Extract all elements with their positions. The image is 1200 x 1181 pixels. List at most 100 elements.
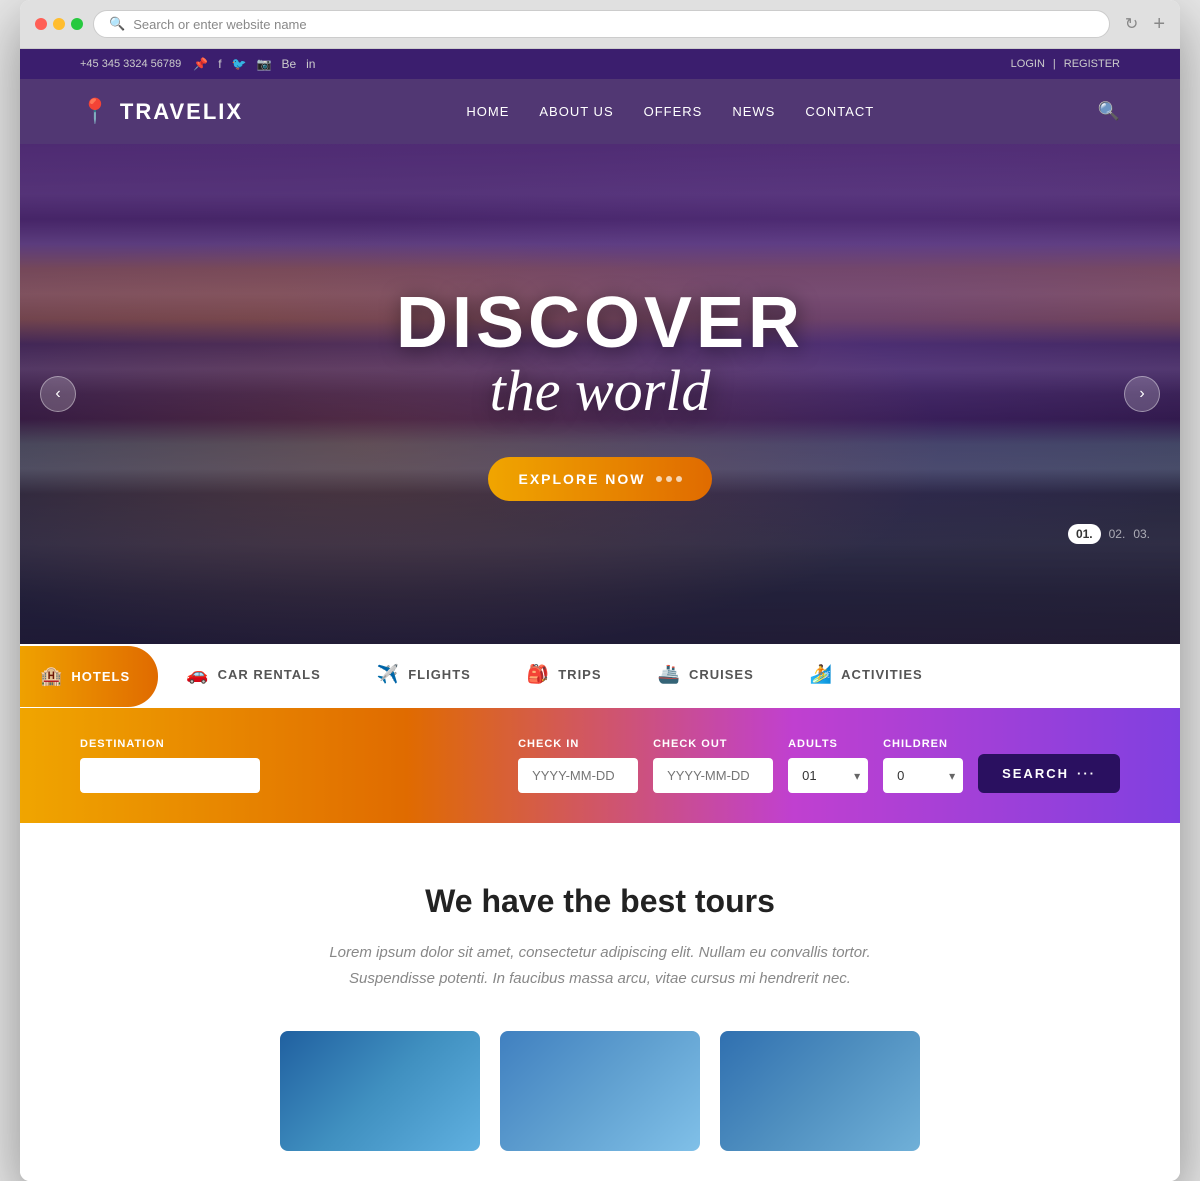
checkout-field: CHECK OUT xyxy=(653,738,773,793)
destination-input[interactable] xyxy=(80,758,260,793)
new-tab-icon[interactable]: + xyxy=(1153,14,1165,34)
explore-now-button[interactable]: EXPLORE NOW xyxy=(488,457,711,501)
nav-offers[interactable]: OFFERS xyxy=(644,104,703,119)
checkin-input[interactable] xyxy=(518,758,638,793)
search-icon: 🔍 xyxy=(109,16,125,32)
btn-dot-3 xyxy=(676,476,682,482)
btn-dot-1 xyxy=(656,476,662,482)
social-links: 📌 f 🐦 📷 Be in xyxy=(193,57,315,71)
destination-label: DESTINATION xyxy=(80,738,503,750)
destination-field: DESTINATION xyxy=(80,738,503,793)
navbar: 📍 TRAVELIX HOME ABOUT US OFFERS NEWS CON… xyxy=(20,79,1180,144)
search-button[interactable]: SEARCH ··· xyxy=(978,754,1120,793)
instagram-icon[interactable]: 📷 xyxy=(257,57,272,71)
cruises-icon: 🚢 xyxy=(658,664,681,685)
activities-icon: 🏄 xyxy=(810,664,833,685)
phone-number: +45 345 3324 56789 xyxy=(80,58,181,70)
tab-car-rentals[interactable]: 🚗 CAR RENTALS xyxy=(158,644,349,708)
refresh-icon[interactable]: ↻ xyxy=(1125,14,1138,34)
tab-trips[interactable]: 🎒 TRIPS xyxy=(499,644,630,708)
tours-section: We have the best tours Lorem ipsum dolor… xyxy=(20,823,1180,1181)
checkout-input[interactable] xyxy=(653,758,773,793)
search-btn-label: SEARCH xyxy=(1002,766,1069,781)
adults-field: ADULTS 01 02 03 04 xyxy=(788,738,868,793)
children-field: CHILDREN 0 1 2 3 xyxy=(883,738,963,793)
tab-cruises-label: CRUISES xyxy=(689,667,754,682)
children-label: CHILDREN xyxy=(883,738,963,750)
logo-text: TRAVELIX xyxy=(120,99,243,125)
facebook-icon[interactable]: f xyxy=(218,57,221,71)
tour-card-3[interactable] xyxy=(720,1031,920,1151)
tab-trips-label: TRIPS xyxy=(558,667,601,682)
nav-news[interactable]: NEWS xyxy=(732,104,775,119)
nav-home[interactable]: HOME xyxy=(466,104,509,119)
tour-card-1[interactable] xyxy=(280,1031,480,1151)
address-bar-text: Search or enter website name xyxy=(133,17,306,32)
tab-flights[interactable]: ✈️ FLIGHTS xyxy=(349,644,499,708)
nav-contact[interactable]: CONTACT xyxy=(805,104,874,119)
tours-desc-line2: Suspendisse potenti. In faucibus massa a… xyxy=(349,970,851,987)
linkedin-icon[interactable]: in xyxy=(306,57,315,71)
indicator-2[interactable]: 02. xyxy=(1109,527,1126,541)
flights-icon: ✈️ xyxy=(377,664,400,685)
tab-flights-label: FLIGHTS xyxy=(408,667,471,682)
divider: | xyxy=(1053,58,1056,70)
register-link[interactable]: REGISTER xyxy=(1064,58,1120,70)
nav-search-icon[interactable]: 🔍 xyxy=(1098,101,1120,122)
tab-hotels-label: HOTELS xyxy=(71,669,130,684)
slider-indicators: 01. 02. 03. xyxy=(1068,524,1150,544)
children-select-wrapper: 0 1 2 3 xyxy=(883,758,963,793)
hero-btn-dots xyxy=(656,476,682,482)
behance-icon[interactable]: Be xyxy=(281,57,296,71)
adults-label: ADULTS xyxy=(788,738,868,750)
dot-close[interactable] xyxy=(35,18,47,30)
browser-chrome: 🔍 Search or enter website name ↻ + xyxy=(20,0,1180,49)
nav-about[interactable]: ABOUT US xyxy=(539,104,613,119)
hero-title-sub: the world xyxy=(396,359,804,423)
checkin-label: CHECK IN xyxy=(518,738,638,750)
website-content: +45 345 3324 56789 📌 f 🐦 📷 Be in LOGIN |… xyxy=(20,49,1180,1181)
tours-title: We have the best tours xyxy=(80,883,1120,920)
pinterest-icon[interactable]: 📌 xyxy=(193,57,208,71)
browser-dots xyxy=(35,18,83,30)
address-bar[interactable]: 🔍 Search or enter website name xyxy=(93,10,1110,38)
tour-card-2[interactable] xyxy=(500,1031,700,1151)
tours-description: Lorem ipsum dolor sit amet, consectetur … xyxy=(300,940,900,991)
slider-next-button[interactable]: › xyxy=(1124,376,1160,412)
tab-cruises[interactable]: 🚢 CRUISES xyxy=(630,644,782,708)
twitter-icon[interactable]: 🐦 xyxy=(232,57,247,71)
dot-maximize[interactable] xyxy=(71,18,83,30)
explore-now-label: EXPLORE NOW xyxy=(518,471,645,487)
checkin-field: CHECK IN xyxy=(518,738,638,793)
hero-section: ‹ DISCOVER the world EXPLORE NOW › xyxy=(20,144,1180,644)
adults-select[interactable]: 01 02 03 04 xyxy=(788,758,868,793)
trips-icon: 🎒 xyxy=(527,664,550,685)
indicator-3[interactable]: 03. xyxy=(1133,527,1150,541)
chevron-right-icon: › xyxy=(1139,385,1144,403)
nav-links: HOME ABOUT US OFFERS NEWS CONTACT xyxy=(466,103,874,121)
tours-desc-line1: Lorem ipsum dolor sit amet, consectetur … xyxy=(329,944,870,961)
tabs-section: 🏨 HOTELS 🚗 CAR RENTALS ✈️ FLIGHTS 🎒 TRIP… xyxy=(20,644,1180,708)
top-bar-left: +45 345 3324 56789 📌 f 🐦 📷 Be in xyxy=(80,57,315,71)
indicator-1[interactable]: 01. xyxy=(1068,524,1101,544)
car-rentals-icon: 🚗 xyxy=(186,664,209,685)
login-link[interactable]: LOGIN xyxy=(1011,58,1045,70)
chevron-left-icon: ‹ xyxy=(55,385,60,403)
logo-icon: 📍 xyxy=(80,97,112,126)
search-bar: DESTINATION CHECK IN CHECK OUT ADULTS 01… xyxy=(20,708,1180,823)
logo[interactable]: 📍 TRAVELIX xyxy=(80,97,243,126)
tab-activities-label: ACTIVITIES xyxy=(841,667,923,682)
search-btn-dots: ··· xyxy=(1077,766,1096,781)
hero-title-main: DISCOVER xyxy=(396,287,804,359)
children-select[interactable]: 0 1 2 3 xyxy=(883,758,963,793)
dot-minimize[interactable] xyxy=(53,18,65,30)
checkout-label: CHECK OUT xyxy=(653,738,773,750)
tab-hotels[interactable]: 🏨 HOTELS xyxy=(20,646,158,707)
hotels-icon: 🏨 xyxy=(40,666,63,687)
slider-prev-button[interactable]: ‹ xyxy=(40,376,76,412)
tab-car-rentals-label: CAR RENTALS xyxy=(218,667,321,682)
top-bar-right: LOGIN | REGISTER xyxy=(1011,58,1120,70)
tab-activities[interactable]: 🏄 ACTIVITIES xyxy=(782,644,951,708)
adults-select-wrapper: 01 02 03 04 xyxy=(788,758,868,793)
tabs-bar: 🏨 HOTELS 🚗 CAR RENTALS ✈️ FLIGHTS 🎒 TRIP… xyxy=(20,644,1180,708)
